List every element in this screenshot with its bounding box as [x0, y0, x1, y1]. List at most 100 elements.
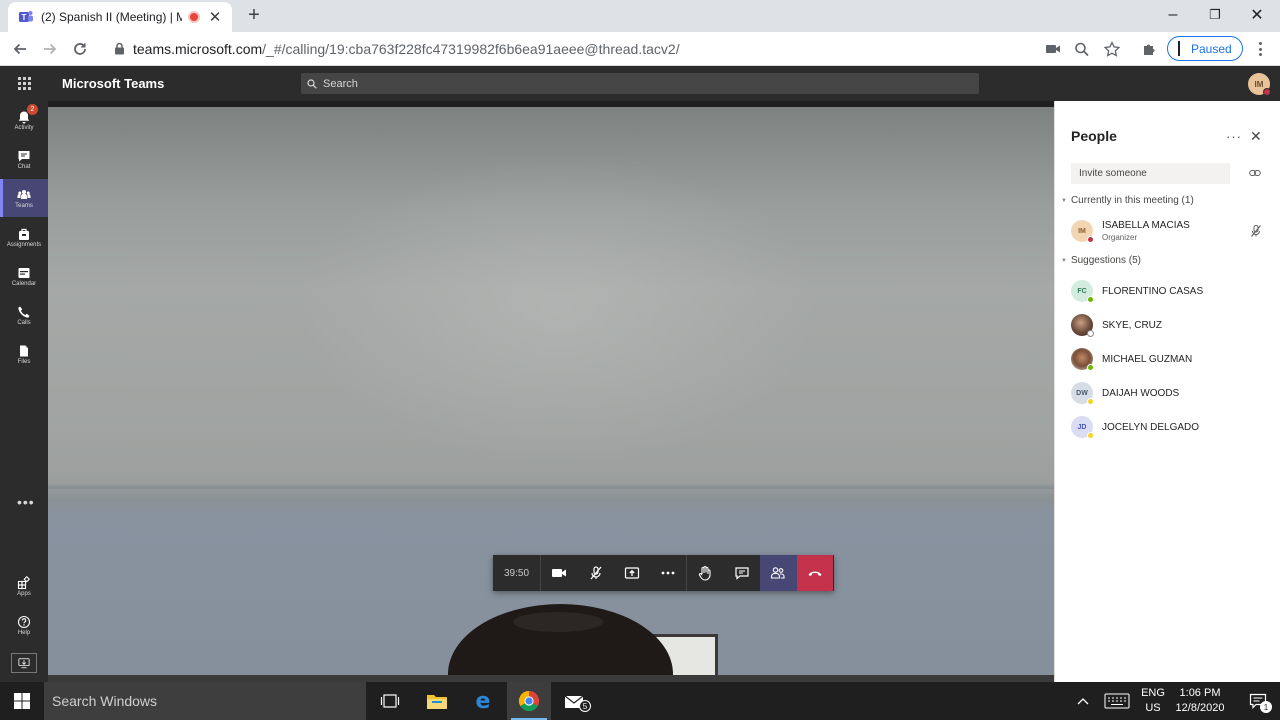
- windows-search-input[interactable]: Search Windows: [44, 682, 366, 720]
- start-button[interactable]: [0, 682, 44, 720]
- task-view-button[interactable]: [368, 682, 412, 720]
- rail-item-help[interactable]: Help: [0, 606, 48, 644]
- show-conversation-button[interactable]: [724, 555, 761, 591]
- chrome-menu-button[interactable]: [1254, 41, 1266, 57]
- rail-item-calendar[interactable]: Calendar: [0, 257, 48, 295]
- participant-row[interactable]: IM ISABELLA MACIAS Organizer: [1071, 219, 1276, 243]
- suggestion-row[interactable]: SKYE, CRUZ: [1071, 313, 1276, 337]
- participant-mic-off-icon[interactable]: [1249, 224, 1263, 238]
- svg-text:e: e: [476, 690, 491, 712]
- restore-button[interactable]: ❐: [1192, 0, 1238, 30]
- more-actions-button[interactable]: [651, 555, 687, 591]
- window-close-button[interactable]: ✕: [1234, 0, 1280, 30]
- download-desktop-icon: [11, 653, 37, 673]
- rail-item-teams[interactable]: Teams: [0, 179, 48, 217]
- participants-icon: [771, 567, 785, 579]
- teams-search-input[interactable]: Search: [301, 73, 979, 94]
- show-hidden-icons-chevron-icon[interactable]: [1077, 696, 1089, 706]
- call-duration-timer: 39:50: [493, 555, 541, 591]
- touch-keyboard-icon[interactable]: [1104, 693, 1130, 709]
- presence-busy-icon: [1263, 88, 1271, 96]
- avatar-initials: FC: [1077, 287, 1087, 295]
- mail-taskbar-button[interactable]: 5: [553, 682, 597, 720]
- browser-tab-strip: T (2) Spanish II (Meeting) | Mic ✕ + – ❐…: [0, 0, 1280, 32]
- bookmark-star-icon[interactable]: [1103, 41, 1121, 57]
- rail-item-assignments[interactable]: Assignments: [0, 218, 48, 256]
- suggestion-row[interactable]: FC FLORENTINO CASAS: [1071, 279, 1276, 303]
- chrome-taskbar-button[interactable]: [507, 682, 551, 720]
- rail-item-files[interactable]: Files: [0, 335, 48, 373]
- user-avatar[interactable]: IM: [1248, 73, 1271, 96]
- tab-close-button[interactable]: ✕: [206, 8, 224, 26]
- minimize-button[interactable]: –: [1150, 0, 1196, 30]
- search-placeholder: Search: [323, 77, 358, 90]
- suggestion-row[interactable]: JD JOCELYN DELGADO: [1071, 415, 1276, 439]
- folder-icon: [427, 695, 447, 709]
- new-tab-button[interactable]: +: [243, 5, 265, 27]
- panel-close-button[interactable]: ✕: [1250, 128, 1262, 145]
- share-screen-button[interactable]: [614, 555, 651, 591]
- extensions-puzzle-icon[interactable]: [1141, 41, 1159, 57]
- copy-link-icon[interactable]: [1249, 168, 1261, 178]
- action-center-button[interactable]: 1: [1236, 682, 1280, 720]
- avatar-photo: [1071, 314, 1094, 337]
- invite-someone-input[interactable]: Invite someone: [1071, 163, 1230, 184]
- presence-away-icon: [1087, 432, 1094, 439]
- input-language[interactable]: ENG US: [1138, 686, 1168, 716]
- rail-label: Calls: [17, 319, 31, 326]
- suggestion-row[interactable]: DW DAIJAH WOODS: [1071, 381, 1276, 405]
- share-screen-icon: [625, 567, 640, 579]
- section-label: Currently in this meeting (1): [1070, 195, 1194, 206]
- teams-favicon-icon: T: [19, 11, 33, 22]
- back-button[interactable]: [8, 37, 32, 61]
- collapse-caret-icon: ▼: [1061, 257, 1067, 264]
- panel-title: People: [1071, 128, 1117, 144]
- camera-in-use-icon[interactable]: [1044, 41, 1062, 57]
- user-initials: IM: [1254, 79, 1264, 89]
- avatar: FC: [1071, 280, 1094, 303]
- profile-paused-button[interactable]: Paused: [1167, 36, 1243, 61]
- system-clock[interactable]: 1:06 PM 12/8/2020: [1170, 686, 1230, 716]
- more-apps-button[interactable]: •••: [17, 494, 35, 510]
- panel-more-options-button[interactable]: ···: [1226, 129, 1242, 144]
- current-participants-header[interactable]: ▼ Currently in this meeting (1): [1061, 195, 1194, 206]
- file-explorer-button[interactable]: [415, 682, 459, 720]
- suggestion-name: DAIJAH WOODS: [1102, 387, 1180, 399]
- rail-label: Assignments: [6, 241, 42, 248]
- suggestion-name: SKYE, CRUZ: [1102, 319, 1163, 331]
- avatar-initials: DW: [1076, 389, 1088, 397]
- show-participants-button[interactable]: [760, 555, 797, 591]
- collapse-caret-icon: ▼: [1061, 197, 1067, 204]
- browser-tab[interactable]: T (2) Spanish II (Meeting) | Mic ✕: [8, 2, 232, 32]
- assignments-icon: [19, 228, 29, 240]
- avatar-initials: IM: [1078, 227, 1086, 235]
- presence-available-icon: [1087, 364, 1094, 371]
- suggestions-header[interactable]: ▼ Suggestions (5): [1061, 255, 1141, 266]
- presence-away-icon: [1087, 398, 1094, 405]
- rail-item-chat[interactable]: Chat: [0, 140, 48, 178]
- suggestion-row[interactable]: MICHAEL GUZMAN: [1071, 347, 1276, 371]
- rail-item-calls[interactable]: Calls: [0, 296, 48, 334]
- hang-up-button[interactable]: [796, 555, 833, 591]
- rail-item-activity[interactable]: Activity 2: [0, 101, 48, 139]
- avatar: DW: [1071, 382, 1094, 405]
- svg-text:T: T: [22, 13, 27, 22]
- rail-item-apps[interactable]: Apps: [0, 567, 48, 605]
- url-path: /_#/calling/19:cba763f228fc47319982f6b6e…: [262, 41, 680, 57]
- mic-toggle-button[interactable]: [578, 555, 615, 591]
- app-launcher-waffle-icon[interactable]: [18, 77, 31, 90]
- search-icon: [307, 78, 317, 89]
- windows-logo-icon: [14, 693, 30, 709]
- address-bar[interactable]: teams.microsoft.com/_#/calling/19:cba763…: [133, 41, 680, 57]
- suggestion-name: JOCELYN DELGADO: [1102, 421, 1200, 433]
- reload-button[interactable]: [68, 37, 92, 61]
- hang-up-icon: [808, 571, 822, 576]
- zoom-icon[interactable]: [1073, 41, 1091, 57]
- edge-browser-button[interactable]: e: [461, 682, 505, 720]
- download-app-button[interactable]: [0, 645, 48, 681]
- camera-toggle-button[interactable]: [541, 555, 578, 591]
- edge-icon: e: [476, 690, 491, 712]
- raise-hand-button[interactable]: [687, 555, 724, 591]
- region-code: US: [1145, 702, 1161, 714]
- forward-button[interactable]: [38, 37, 62, 61]
